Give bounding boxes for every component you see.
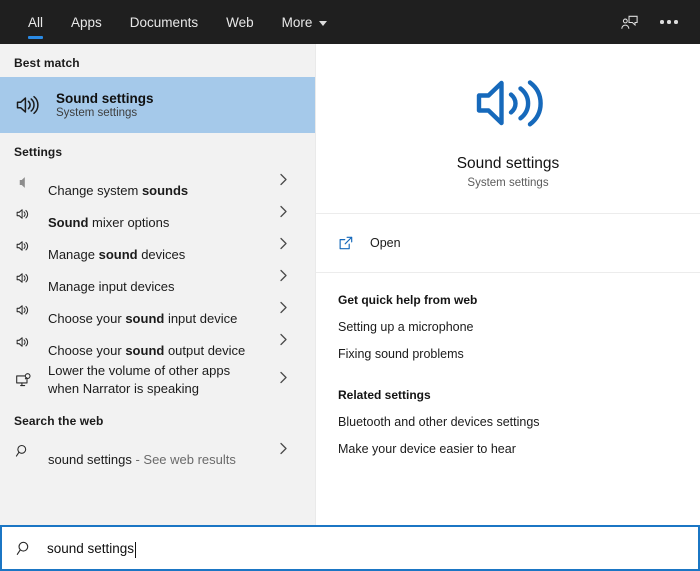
- chevron-right-icon: [279, 237, 288, 255]
- settings-item-label: Lower the volume of other apps when Narr…: [48, 363, 231, 396]
- label-match: sound: [125, 343, 165, 358]
- settings-item-label: Manage sound devices: [48, 228, 185, 263]
- settings-item-label: Sound mixer options: [48, 196, 169, 231]
- speaker-volume-icon: [12, 299, 34, 321]
- search-the-web-heading: Search the web: [14, 414, 104, 428]
- related-settings-group: Related settings Bluetooth and other dev…: [316, 374, 700, 469]
- text-cursor: [135, 542, 137, 558]
- settings-item-label: Choose your sound input device: [48, 292, 237, 327]
- search-input[interactable]: sound settings: [47, 540, 137, 558]
- tab-more[interactable]: More: [268, 0, 342, 44]
- related-settings-heading: Related settings: [338, 388, 431, 402]
- search-filter-tabbar: All Apps Documents Web More: [0, 0, 700, 44]
- label-suffix: output device: [164, 343, 246, 358]
- tab-apps-label: Apps: [71, 14, 102, 30]
- label-prefix: Choose your: [48, 343, 126, 358]
- search-preview-pane: Sound settings System settings Open Get …: [316, 44, 700, 525]
- speaker-volume-icon: [12, 235, 34, 257]
- chevron-right-icon: [279, 301, 288, 319]
- ellipsis-glyph: [660, 20, 678, 24]
- settings-item-choose-sound-input-device[interactable]: Choose your sound input device: [0, 294, 315, 326]
- chevron-right-icon: [279, 205, 288, 223]
- settings-item-lower-volume-narrator[interactable]: Lower the volume of other apps when Narr…: [0, 358, 315, 402]
- web-search-label: sound settings - See web results: [48, 433, 236, 468]
- tabbar-actions: [612, 0, 700, 44]
- tab-documents[interactable]: Documents: [116, 0, 212, 44]
- search-input-value: sound settings: [47, 540, 135, 556]
- settings-item-manage-sound-devices[interactable]: Manage sound devices: [0, 230, 315, 262]
- settings-item-choose-sound-output-device[interactable]: Choose your sound output device: [0, 326, 315, 358]
- search-results-body: Best match Sound settings System setting…: [0, 44, 700, 525]
- settings-heading: Settings: [14, 145, 63, 159]
- tab-all-label: All: [28, 14, 44, 30]
- best-match-text: Sound settings System settings: [56, 91, 154, 119]
- speaker-volume-icon: [12, 203, 34, 225]
- best-match-result[interactable]: Sound settings System settings: [0, 77, 315, 133]
- chevron-right-icon: [279, 442, 288, 460]
- feedback-icon[interactable]: [612, 7, 646, 37]
- tab-list: All Apps Documents Web More: [0, 0, 341, 44]
- quick-help-link-2[interactable]: Fixing sound problems: [338, 347, 700, 361]
- related-settings-link-2[interactable]: Make your device easier to hear: [338, 442, 700, 456]
- open-action-label: Open: [370, 236, 401, 250]
- speaker-volume-large-icon: [472, 72, 544, 139]
- best-match-subtitle: System settings: [56, 107, 138, 119]
- chevron-right-icon: [279, 333, 288, 351]
- quick-help-group: Get quick help from web Setting up a mic…: [316, 273, 700, 374]
- speaker-volume-icon: [12, 90, 42, 120]
- settings-item-sound-mixer-options[interactable]: Sound mixer options: [0, 198, 315, 230]
- more-options-icon[interactable]: [652, 7, 686, 37]
- web-search-result[interactable]: sound settings - See web results: [0, 435, 315, 467]
- windows-search-flyout: All Apps Documents Web More Best match S…: [0, 0, 700, 571]
- chevron-down-icon: [319, 20, 328, 26]
- settings-item-manage-input-devices[interactable]: Manage input devices: [0, 262, 315, 294]
- settings-item-label: Choose your sound output device: [48, 324, 245, 359]
- related-settings-link-1[interactable]: Bluetooth and other devices settings: [338, 415, 700, 429]
- search-results-left-pane: Best match Sound settings System setting…: [0, 44, 316, 525]
- web-search-suffix: - See web results: [131, 452, 236, 467]
- settings-item-label: Change system sounds: [48, 164, 188, 199]
- settings-item-label: Manage input devices: [48, 260, 174, 295]
- chevron-right-icon: [279, 173, 288, 191]
- preview-title: Sound settings: [456, 155, 560, 172]
- tab-apps[interactable]: Apps: [57, 0, 116, 44]
- quick-help-heading: Get quick help from web: [338, 293, 478, 307]
- search-box[interactable]: sound settings: [0, 525, 700, 571]
- tab-web-label: Web: [226, 14, 254, 30]
- tab-more-label: More: [281, 14, 313, 30]
- chevron-right-icon: [279, 269, 288, 287]
- speaker-filled-icon: [12, 171, 34, 193]
- tab-all[interactable]: All: [14, 0, 57, 44]
- settings-item-change-system-sounds[interactable]: Change system sounds: [0, 166, 315, 198]
- search-icon: [16, 540, 33, 557]
- tab-active-underline: [28, 36, 44, 39]
- web-search-query: sound settings: [48, 452, 132, 467]
- open-action-button[interactable]: Open: [316, 214, 700, 273]
- chevron-right-icon: [279, 371, 288, 389]
- preview-subtitle: System settings: [467, 177, 549, 189]
- best-match-heading: Best match: [14, 56, 80, 70]
- speaker-volume-icon: [12, 267, 34, 289]
- quick-help-link-1[interactable]: Setting up a microphone: [338, 320, 700, 334]
- preview-hero: Sound settings System settings: [316, 44, 700, 214]
- open-external-icon: [338, 235, 354, 251]
- narrator-icon: [12, 369, 34, 391]
- best-match-title: Sound settings: [56, 91, 154, 106]
- preview-scrollbar[interactable]: [696, 44, 700, 525]
- speaker-volume-icon: [12, 331, 34, 353]
- search-icon: [12, 440, 34, 462]
- tab-web[interactable]: Web: [212, 0, 268, 44]
- tab-documents-label: Documents: [129, 14, 199, 30]
